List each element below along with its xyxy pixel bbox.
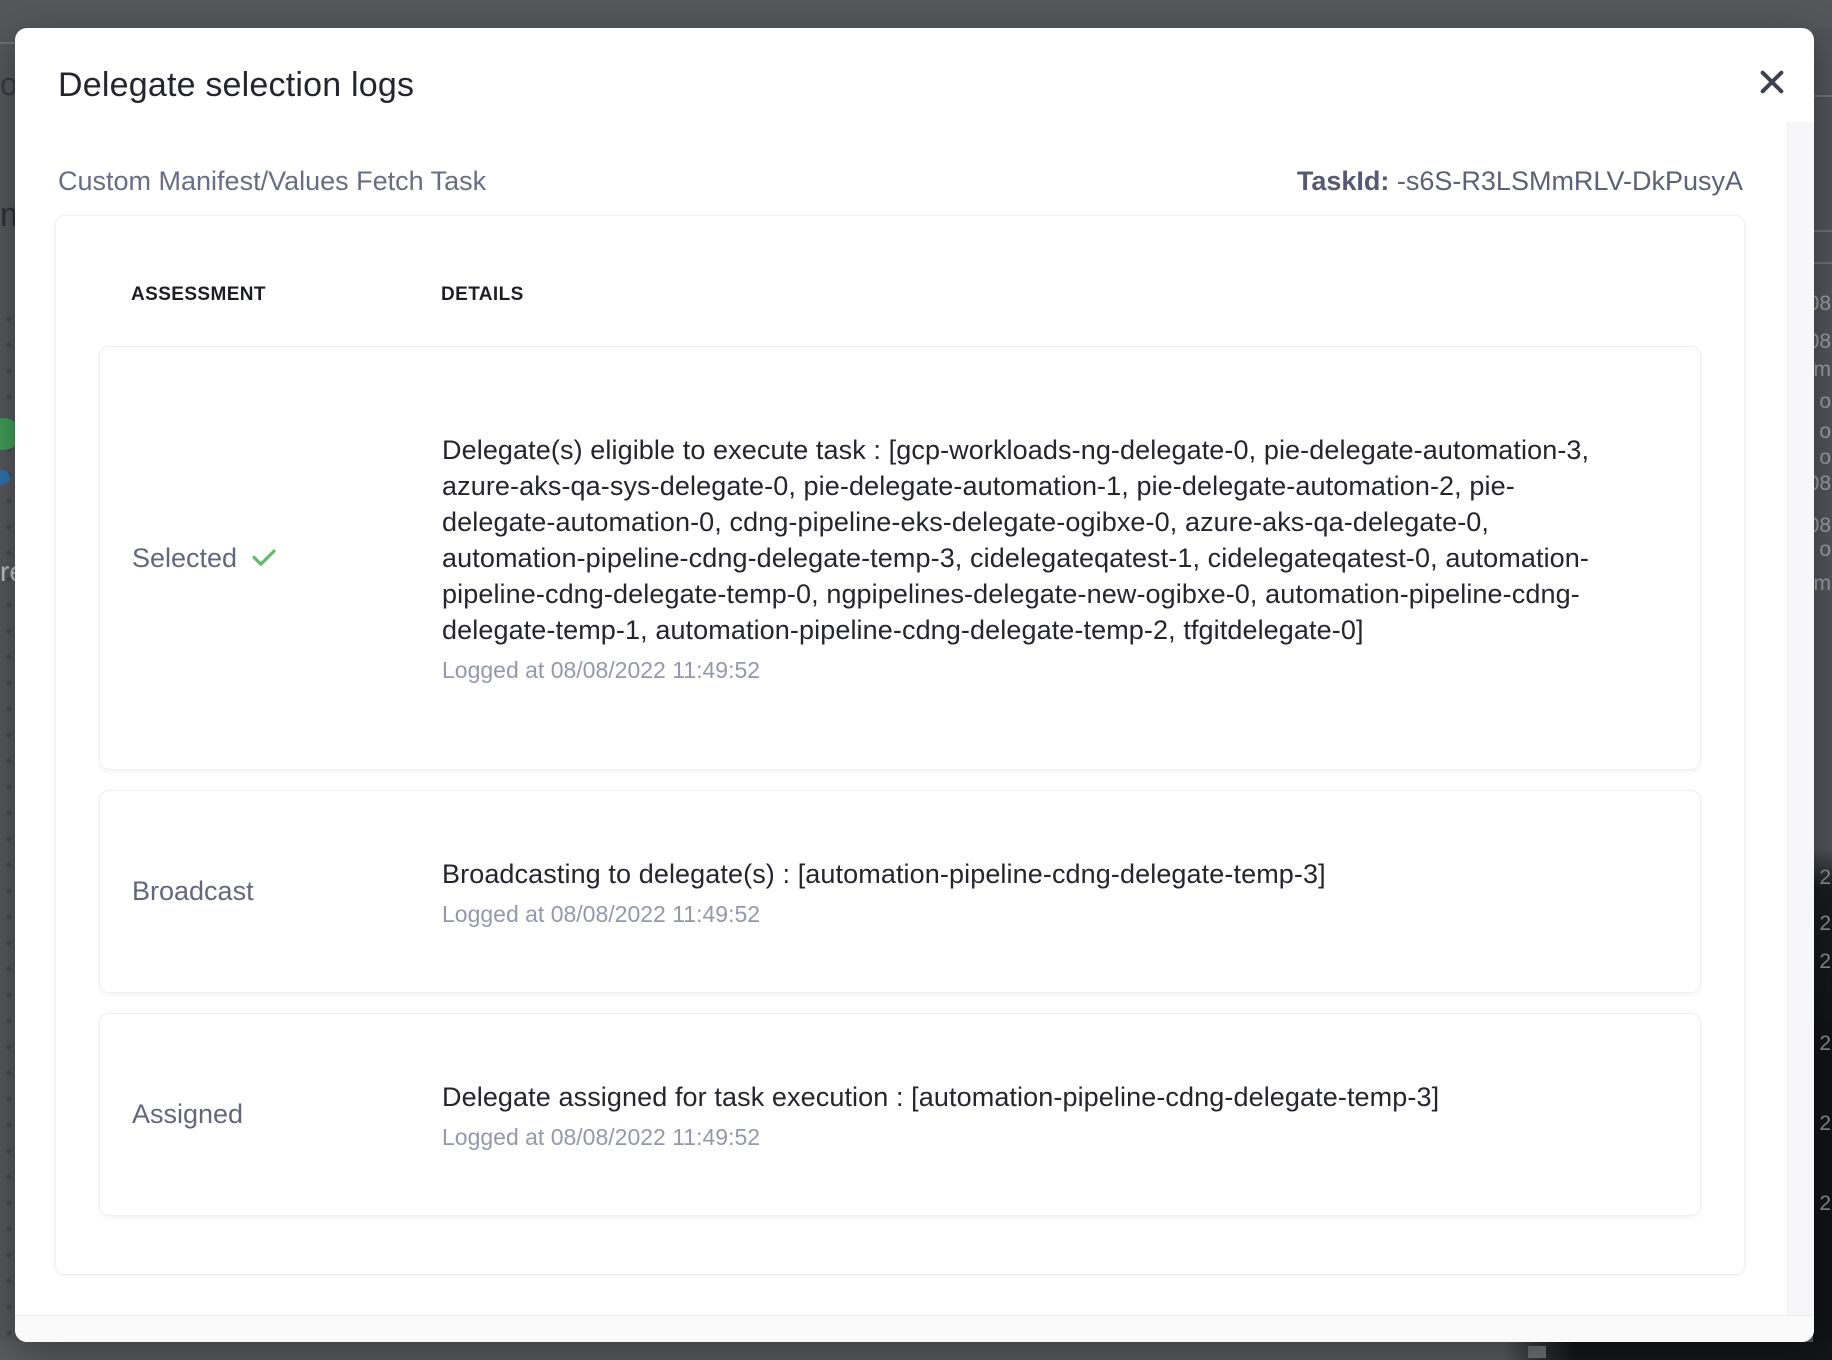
details-cell: Broadcasting to delegate(s) : [automatio… bbox=[442, 856, 1610, 928]
task-id: TaskId: -s6S-R3LSMmRLV-DkPusyA bbox=[1297, 166, 1743, 197]
assessment-label: Assigned bbox=[132, 1099, 442, 1130]
page-title: Delegate selection logs bbox=[58, 66, 414, 105]
details-text: Delegate assigned for task execution : [… bbox=[442, 1079, 1610, 1115]
backdrop-divider-line bbox=[0, 42, 15, 44]
task-id-label: TaskId: bbox=[1297, 166, 1390, 196]
task-id-value: -s6S-R3LSMmRLV-DkPusyA bbox=[1397, 166, 1743, 196]
backdrop-text-fragment: o bbox=[1819, 538, 1831, 562]
backdrop-fragment bbox=[1528, 1346, 1546, 1358]
backdrop-text-fragment: 2 bbox=[1819, 1032, 1831, 1056]
backdrop-text-fragment: 2 bbox=[1819, 1112, 1831, 1136]
logged-at: Logged at 08/08/2022 11:49:52 bbox=[442, 657, 1610, 684]
details-text: Broadcasting to delegate(s) : [automatio… bbox=[442, 856, 1610, 892]
task-summary-row: Custom Manifest/Values Fetch Task TaskId… bbox=[58, 166, 1743, 197]
log-row-broadcast: Broadcast Broadcasting to delegate(s) : … bbox=[99, 790, 1701, 993]
task-name: Custom Manifest/Values Fetch Task bbox=[58, 166, 486, 197]
check-icon bbox=[249, 543, 279, 573]
details-cell: Delegate assigned for task execution : [… bbox=[442, 1079, 1610, 1151]
scrollbar-track[interactable] bbox=[1787, 122, 1814, 1316]
backdrop-right-panel bbox=[1813, 28, 1832, 1360]
backdrop-text-fragment: m bbox=[1814, 572, 1832, 596]
log-row-selected: Selected Delegate(s) eligible to execute… bbox=[99, 346, 1701, 770]
log-row-assigned: Assigned Delegate assigned for task exec… bbox=[99, 1013, 1701, 1216]
backdrop-text-fragment: 2 bbox=[1819, 950, 1831, 974]
backdrop-text-fragment: o bbox=[1819, 446, 1831, 470]
close-button[interactable] bbox=[1754, 64, 1790, 100]
delegate-selection-logs-modal: Delegate selection logs Custom Manifest/… bbox=[15, 28, 1814, 1342]
details-text: Delegate(s) eligible to execute task : [… bbox=[442, 432, 1610, 648]
backdrop-divider-line bbox=[1813, 230, 1832, 232]
assessment-label: Broadcast bbox=[132, 876, 442, 907]
delegate-logs-card: ASSESSMENT DETAILS Selected Delegate(s) … bbox=[55, 215, 1745, 1275]
column-header-details: DETAILS bbox=[441, 284, 524, 346]
backdrop-text-fragment: 2 bbox=[1819, 912, 1831, 936]
backdrop-bottom-strip bbox=[0, 1342, 1832, 1360]
column-header-assessment: ASSESSMENT bbox=[131, 284, 441, 346]
backdrop-divider-line bbox=[1813, 95, 1832, 97]
modal-footer bbox=[15, 1315, 1814, 1342]
logged-at: Logged at 08/08/2022 11:49:52 bbox=[442, 1124, 1610, 1151]
backdrop-text-fragment: 2 bbox=[1819, 866, 1831, 890]
assessment-text: Selected bbox=[132, 543, 237, 574]
backdrop-text-fragment: o bbox=[1819, 390, 1831, 414]
pipeline-canvas-dot-grid bbox=[0, 300, 15, 1342]
assessment-text: Assigned bbox=[132, 1099, 243, 1130]
backdrop-text-fragment: o bbox=[1819, 420, 1831, 444]
backdrop-text-fragment: m bbox=[1814, 358, 1832, 382]
logged-at: Logged at 08/08/2022 11:49:52 bbox=[442, 901, 1610, 928]
close-icon bbox=[1758, 68, 1786, 96]
assessment-text: Broadcast bbox=[132, 876, 254, 907]
details-cell: Delegate(s) eligible to execute task : [… bbox=[442, 432, 1610, 684]
backdrop-text-fragment: 2 bbox=[1819, 1192, 1831, 1216]
assessment-label: Selected bbox=[132, 543, 442, 574]
table-header-row: ASSESSMENT DETAILS bbox=[56, 216, 1744, 346]
backdrop-divider-line bbox=[1813, 262, 1832, 264]
